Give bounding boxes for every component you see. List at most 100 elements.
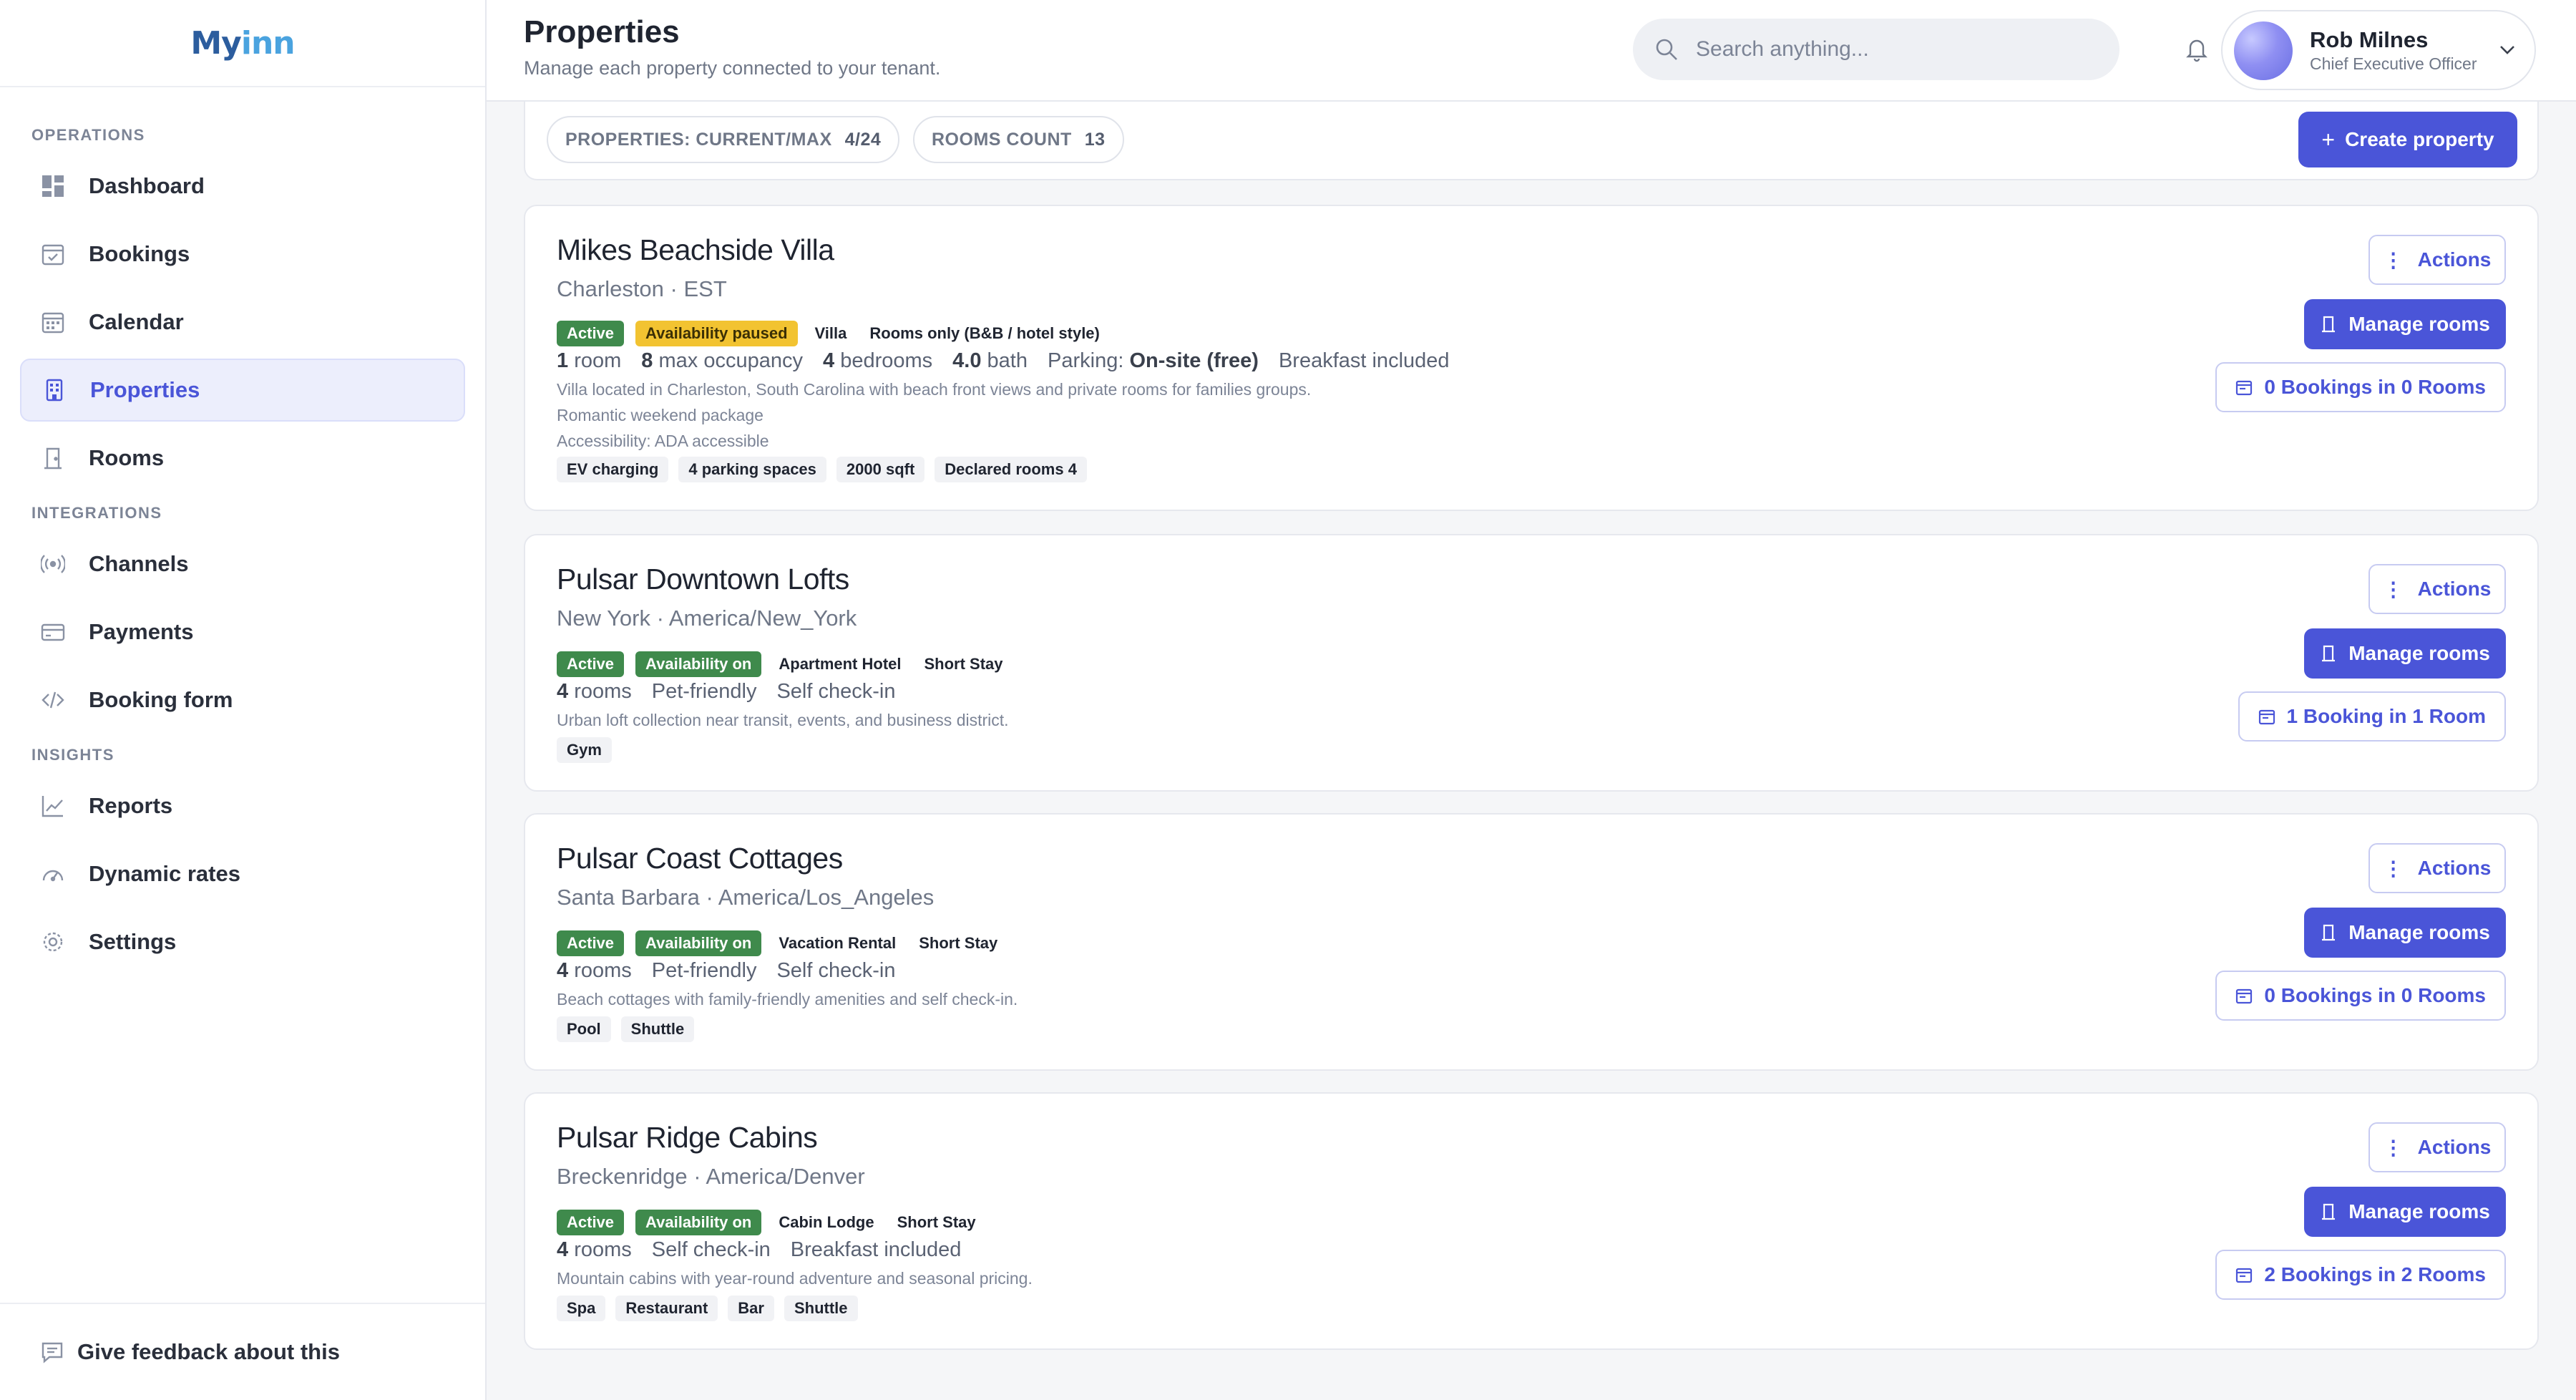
sidebar-item-settings[interactable]: Settings [20,910,465,973]
parking: Parking: On-site (free) [1048,349,1259,372]
property-card: Mikes Beachside Villa Charleston · EST A… [524,205,2539,511]
feature: Self check-in [651,1238,771,1261]
bookings-button[interactable]: 0 Bookings in 0 Rooms [2215,971,2506,1021]
manage-rooms-label: Manage rooms [2348,642,2490,664]
top-bar: Properties Manage each property connecte… [487,0,2576,102]
status-badge: Active [557,930,625,956]
amenity-chip: Pool [557,1016,611,1042]
message-icon [40,1339,66,1365]
calendar-icon [40,309,66,335]
sidebar-item-label: Reports [89,793,173,818]
sidebar-item-label: Rooms [89,445,165,470]
actions-button[interactable]: ⋮ Actions [2368,235,2506,285]
door-icon [2320,1202,2338,1221]
sidebar-item-bookings[interactable]: Bookings [20,223,465,286]
sidebar-item-reports[interactable]: Reports [20,774,465,837]
description-line: Beach cottages with family-friendly amen… [557,990,1018,1008]
amenity-chips: EV charging 4 parking spaces 2000 sqft D… [557,457,1087,482]
chart-line-icon [40,793,66,819]
sidebar-item-payments[interactable]: Payments [20,601,465,663]
bell-icon[interactable] [2182,34,2211,63]
plus-icon: + [2321,126,2336,152]
bookings-label: 0 Bookings in 0 Rooms [2264,984,2486,1006]
bookings-button[interactable]: 1 Booking in 1 Room [2238,691,2506,742]
more-vertical-icon: ⋮ [2383,248,2404,271]
building-icon [42,377,67,403]
availability-badge: Availability on [635,1210,762,1235]
rooms-count-pill: ROOMS COUNT 13 [913,116,1124,163]
actions-label: Actions [2417,578,2492,600]
bookings-label: 0 Bookings in 0 Rooms [2264,376,2486,398]
feedback-label: Give feedback about this [77,1339,340,1364]
calendar-icon [2258,707,2277,726]
actions-button[interactable]: ⋮ Actions [2368,843,2506,893]
feedback-button[interactable]: Give feedback about this [0,1303,485,1400]
manage-rooms-button[interactable]: Manage rooms [2304,628,2506,679]
manage-rooms-button[interactable]: Manage rooms [2304,299,2506,349]
app-logo[interactable]: Myinn [190,25,295,62]
property-category-tag: Short Stay [919,934,998,952]
property-category-tag: Short Stay [924,655,1003,673]
property-location: New York · America/New_York [557,606,857,631]
bathrooms: 4.0 bath [952,349,1028,372]
bookings-icon [40,241,66,267]
property-description: Mountain cabins with year-round adventur… [557,1265,1033,1291]
max-occupancy: 8 max occupancy [641,349,803,372]
sidebar-item-dynamic-rates[interactable]: Dynamic rates [20,842,465,905]
description-line: Urban loft collection near transit, even… [557,711,1009,729]
property-location: Charleston · EST [557,276,727,301]
actions-button[interactable]: ⋮ Actions [2368,564,2506,614]
property-description: Villa located in Charleston, South Carol… [557,376,1311,454]
door-icon [2320,315,2338,334]
calendar-icon [2235,1265,2254,1284]
page-subtitle: Manage each property connected to your t… [524,57,941,79]
actions-label: Actions [2417,248,2492,271]
sidebar-item-calendar[interactable]: Calendar [20,291,465,354]
rooms-count: 4 rooms [557,1238,632,1261]
property-card: Pulsar Ridge Cabins Breckenridge · Ameri… [524,1092,2539,1350]
sidebar-item-booking-form[interactable]: Booking form [20,669,465,731]
status-badge: Active [557,1210,625,1235]
logo-area: Myinn [0,0,485,87]
amenity-chips: Gym [557,737,612,763]
feature: Self check-in [776,959,896,982]
more-vertical-icon: ⋮ [2383,578,2404,601]
actions-label: Actions [2417,1136,2492,1158]
sidebar-item-rooms[interactable]: Rooms [20,427,465,490]
user-menu[interactable]: Rob Milnes Chief Executive Officer [2221,10,2536,90]
bookings-button[interactable]: 0 Bookings in 0 Rooms [2215,362,2506,412]
manage-rooms-button[interactable]: Manage rooms [2304,1187,2506,1237]
search-input[interactable] [1696,37,2097,62]
chevron-down-icon [2494,37,2520,63]
manage-rooms-button[interactable]: Manage rooms [2304,908,2506,958]
sidebar-item-properties[interactable]: Properties [20,359,465,422]
property-type-tag: Villa [814,324,847,342]
manage-rooms-label: Manage rooms [2348,313,2490,335]
status-badge: Active [557,651,625,677]
sidebar-item-channels[interactable]: Channels [20,533,465,596]
rooms-count-value: 13 [1084,129,1106,150]
property-description: Beach cottages with family-friendly amen… [557,986,1018,1012]
user-name: Rob Milnes [2310,27,2429,52]
amenity-chip: 2000 sqft [836,457,925,482]
search-bar[interactable] [1633,19,2119,80]
property-category-tag: Rooms only (B&B / hotel style) [869,324,1100,342]
description-line: Accessibility: ADA accessible [557,432,769,450]
property-description: Urban loft collection near transit, even… [557,707,1009,733]
property-meta: 4 rooms Pet-friendly Self check-in [557,680,895,704]
description-line: Romantic weekend package [557,406,763,424]
property-location: Santa Barbara · America/Los_Angeles [557,885,935,910]
property-type-tag: Apartment Hotel [779,655,902,673]
properties-count-value: 4/24 [844,129,882,150]
property-tags: Active Availability paused Villa Rooms o… [557,321,1106,346]
rooms-count-label: ROOMS COUNT [932,129,1072,150]
manage-rooms-label: Manage rooms [2348,1200,2490,1222]
amenity-chip: Bar [728,1296,774,1321]
bookings-button[interactable]: 2 Bookings in 2 Rooms [2215,1250,2506,1300]
dashboard-icon [40,173,66,199]
property-name: Mikes Beachside Villa [557,233,834,266]
search-icon [1654,37,1680,62]
actions-button[interactable]: ⋮ Actions [2368,1122,2506,1172]
sidebar-item-dashboard[interactable]: Dashboard [20,155,465,218]
create-property-button[interactable]: + Create property [2298,112,2517,167]
